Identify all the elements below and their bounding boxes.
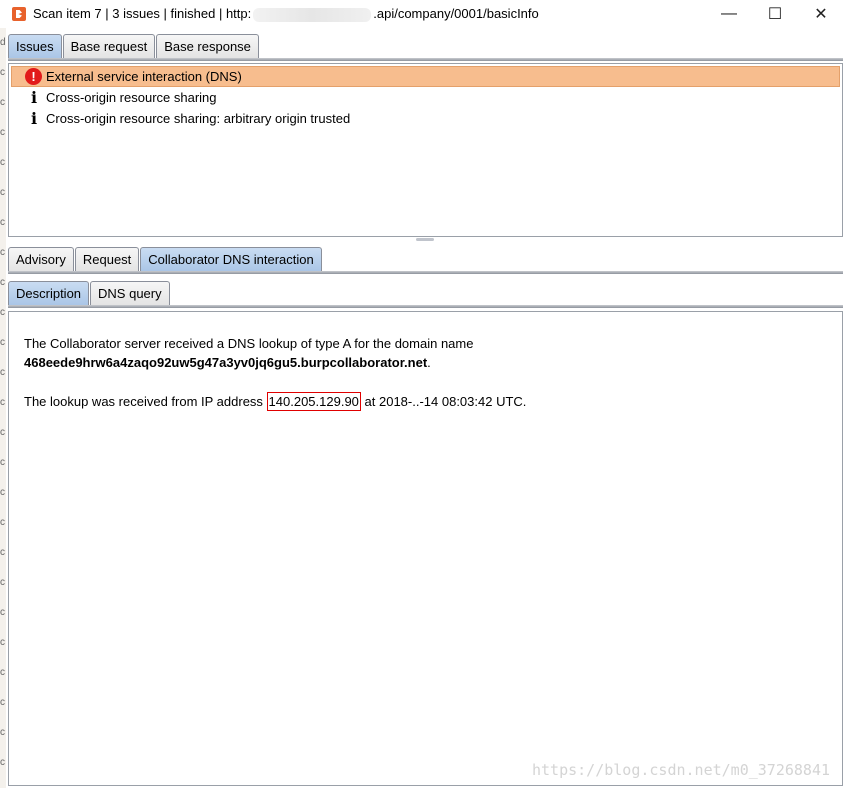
close-button[interactable]: ✕ (798, 0, 844, 28)
tab-base-response[interactable]: Base response (156, 34, 259, 59)
redacted-host (253, 7, 372, 22)
info-icon: i (31, 109, 38, 128)
tab-description[interactable]: Description (8, 281, 90, 306)
divider-grip[interactable] (416, 238, 434, 241)
sub-tab-bar: Description DNS query (8, 281, 171, 306)
description-line-3: The lookup was received from IP address … (24, 392, 527, 411)
tab-request[interactable]: Request (74, 247, 140, 272)
split-pane-divider[interactable] (8, 237, 841, 243)
minimize-button[interactable]: — (706, 0, 752, 28)
burp-app-icon (12, 7, 26, 21)
collaborator-domain: 468eede9hrw6a4zaqo92uw5g47a3yv0jq6gu5.bu… (24, 355, 428, 370)
tab-collaborator-dns[interactable]: Collaborator DNS interaction (140, 247, 322, 272)
title-bar: Scan item 7 | 3 issues | finished | http… (0, 0, 845, 28)
tab-dns-query[interactable]: DNS query (90, 281, 170, 306)
watermark: https://blog.csdn.net/m0_37268841 (531, 761, 830, 779)
description-domain-line: 468eede9hrw6a4zaqo92uw5g47a3yv0jq6gu5.bu… (24, 355, 431, 370)
top-tab-bar: Issues Base request Base response (8, 34, 260, 59)
issue-row-cors-arbitrary[interactable]: i Cross-origin resource sharing: arbitra… (9, 108, 842, 129)
tab-issues[interactable]: Issues (8, 34, 62, 59)
tab-base-request[interactable]: Base request (62, 34, 156, 59)
issue-label: Cross-origin resource sharing (46, 90, 217, 105)
error-icon: ! (25, 68, 42, 85)
maximize-button[interactable]: ☐ (752, 0, 798, 28)
description-panel: The Collaborator server received a DNS l… (8, 311, 843, 786)
issue-label: Cross-origin resource sharing: arbitrary… (46, 111, 351, 126)
issue-row-dns[interactable]: ! External service interaction (DNS) (11, 66, 840, 87)
ip-address: 140.205.129.90 (266, 392, 361, 411)
description-line-1: The Collaborator server received a DNS l… (24, 336, 474, 351)
issue-row-cors[interactable]: i Cross-origin resource sharing (9, 87, 842, 108)
background-window-edge: dcccccccccccccccccccccccc (0, 28, 6, 788)
window-title: Scan item 7 | 3 issues | finished | http… (33, 6, 539, 22)
tab-underline (8, 305, 843, 308)
tab-underline (8, 271, 843, 274)
issues-list: ! External service interaction (DNS) i C… (8, 63, 843, 237)
issue-label: External service interaction (DNS) (46, 69, 242, 84)
tab-underline (8, 58, 843, 61)
detail-tab-bar: Advisory Request Collaborator DNS intera… (8, 247, 323, 272)
tab-advisory[interactable]: Advisory (8, 247, 74, 272)
info-icon: i (31, 88, 38, 107)
